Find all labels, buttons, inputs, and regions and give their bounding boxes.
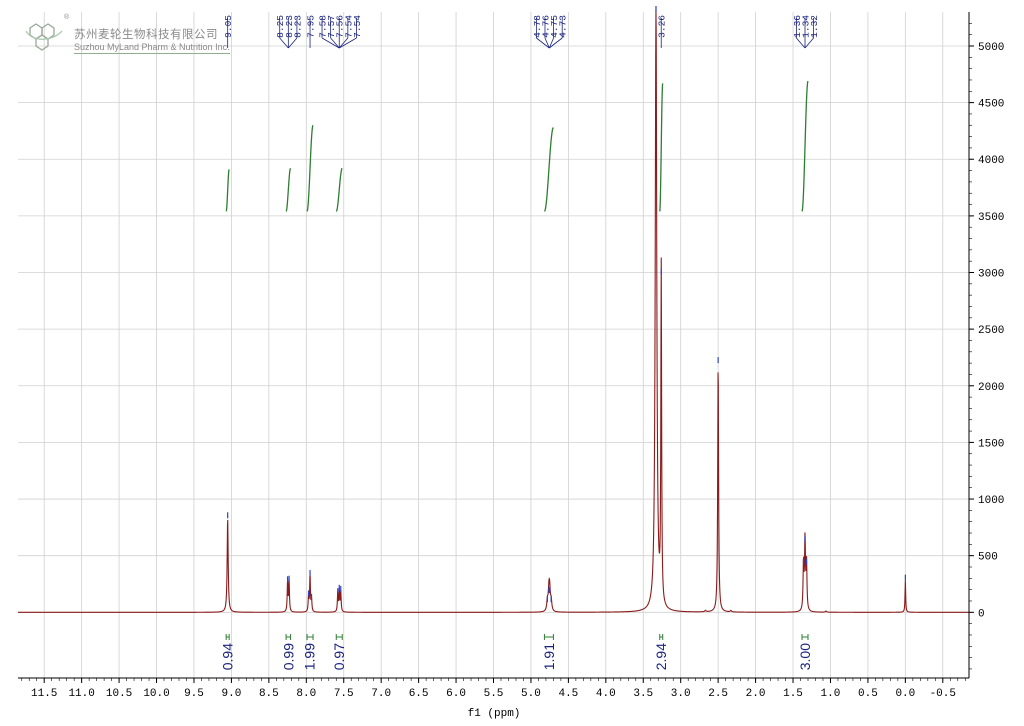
integral-value: 0.97 (331, 643, 347, 670)
molecule-logo-icon (25, 23, 63, 51)
integral-value: 1.99 (301, 643, 317, 670)
integral-value: 1.91 (541, 643, 557, 670)
x-tick-label: 3.5 (633, 688, 653, 700)
peak-label-connector (796, 37, 806, 49)
x-tick-label: 9.0 (222, 688, 242, 700)
peak-label-connector (330, 37, 340, 49)
integral-curve (335, 167, 343, 212)
x-tick-label: 4.5 (558, 688, 578, 700)
integral-value: 0.94 (220, 643, 236, 670)
y-tick-label: 3500 (978, 212, 1004, 224)
x-tick-label: 1.0 (821, 688, 841, 700)
x-tick-label: 6.0 (446, 688, 466, 700)
x-tick-label: 10.0 (143, 688, 169, 700)
x-tick-label: -0.5 (930, 688, 956, 700)
peak-markers (227, 6, 906, 603)
x-tick-label: 1.5 (783, 688, 803, 700)
integral-curve (801, 80, 809, 212)
peak-label-connector (279, 37, 289, 49)
integral-curve (225, 169, 230, 212)
x-tick-label: 0.5 (858, 688, 878, 700)
y-tick-label: 1000 (978, 495, 1004, 507)
peak-label: 9.05 (223, 15, 234, 38)
x-tick-label: 11.0 (68, 688, 94, 700)
nmr-spectrum-figure: 11.5 11.0 10.5 10.0 9.5 9.0 8.5 8.0 7.5 7.0 6.5 6.0… (0, 0, 1024, 721)
peak-label: 1.32 (809, 15, 820, 38)
integral-value: 3.00 (797, 643, 813, 670)
peak-label-connector (288, 37, 298, 49)
integral-curve (306, 124, 314, 212)
x-tick-label: 5.5 (484, 688, 504, 700)
company-name-chinese: 苏州麦轮生物科技有限公司 (74, 27, 218, 41)
x-tick-label: 10.5 (106, 688, 132, 700)
peak-label-connector (321, 37, 340, 49)
company-logo: ® 苏州麦轮生物科技有限公司 Suzhou MyLand Pharm & Nut… (22, 14, 230, 58)
x-tick-label: 9.5 (184, 688, 204, 700)
x-tick-label: 0.0 (895, 688, 915, 700)
x-tick-label: 11.5 (31, 688, 57, 700)
y-tick-label: 0 (978, 608, 985, 620)
company-name-english: Suzhou MyLand Pharm & Nutrition Inc. (74, 42, 230, 54)
peak-label-connector (339, 37, 357, 49)
integral-curves (225, 80, 809, 212)
peak-label: 4.73 (558, 15, 569, 38)
grid-lines (18, 12, 969, 678)
peak-label: 7.95 (306, 15, 317, 38)
x-tick-label: 3.0 (671, 688, 691, 700)
y-tick-label: 5000 (978, 42, 1004, 54)
x-tick-label: 8.5 (259, 688, 279, 700)
y-tick-label: 500 (978, 552, 998, 564)
x-tick-label: 2.5 (708, 688, 728, 700)
x-axis-label: f1 (ppm) (468, 708, 521, 720)
integral-values: 0.94 0.99 1.99 0.97 1.91 2.94 3.00 (220, 634, 813, 670)
axes: 11.5 11.0 10.5 10.0 9.5 9.0 8.5 8.0 7.5 7.0 6.5 6.0… (18, 12, 1004, 700)
x-tick-label: 5.0 (521, 688, 541, 700)
peak-label-connector (804, 37, 814, 49)
x-tick-label: 8.0 (296, 688, 316, 700)
registered-mark: ® (64, 14, 70, 21)
peak-labels: 9.05 8.258.238.23 7.95 7.587.577.567.547.54… (223, 15, 820, 49)
y-tick-label: 3000 (978, 269, 1004, 281)
peak-label: 7.54 (352, 15, 363, 38)
y-tick-label: 2500 (978, 325, 1004, 337)
nmr-spectrum-chart: 11.5 11.0 10.5 10.0 9.5 9.0 8.5 8.0 7.5 7.0 6.5 6.0… (18, 6, 1004, 720)
x-tick-label: 6.5 (409, 688, 429, 700)
integral-value: 0.99 (280, 643, 296, 670)
x-tick-label: 4.0 (596, 688, 616, 700)
integral-curve (285, 167, 292, 212)
x-tick-label: 7.5 (334, 688, 354, 700)
x-tick-label: 7.0 (371, 688, 391, 700)
peak-label: 3.26 (657, 15, 668, 38)
y-tick-label: 1500 (978, 438, 1004, 450)
y-tick-label: 4500 (978, 99, 1004, 111)
x-tick-label: 2.0 (746, 688, 766, 700)
integral-value: 2.94 (653, 643, 669, 670)
integral-curve (543, 127, 554, 212)
y-tick-label: 2000 (978, 382, 1004, 394)
y-tick-label: 4000 (978, 155, 1004, 167)
peak-label: 8.23 (292, 15, 303, 38)
